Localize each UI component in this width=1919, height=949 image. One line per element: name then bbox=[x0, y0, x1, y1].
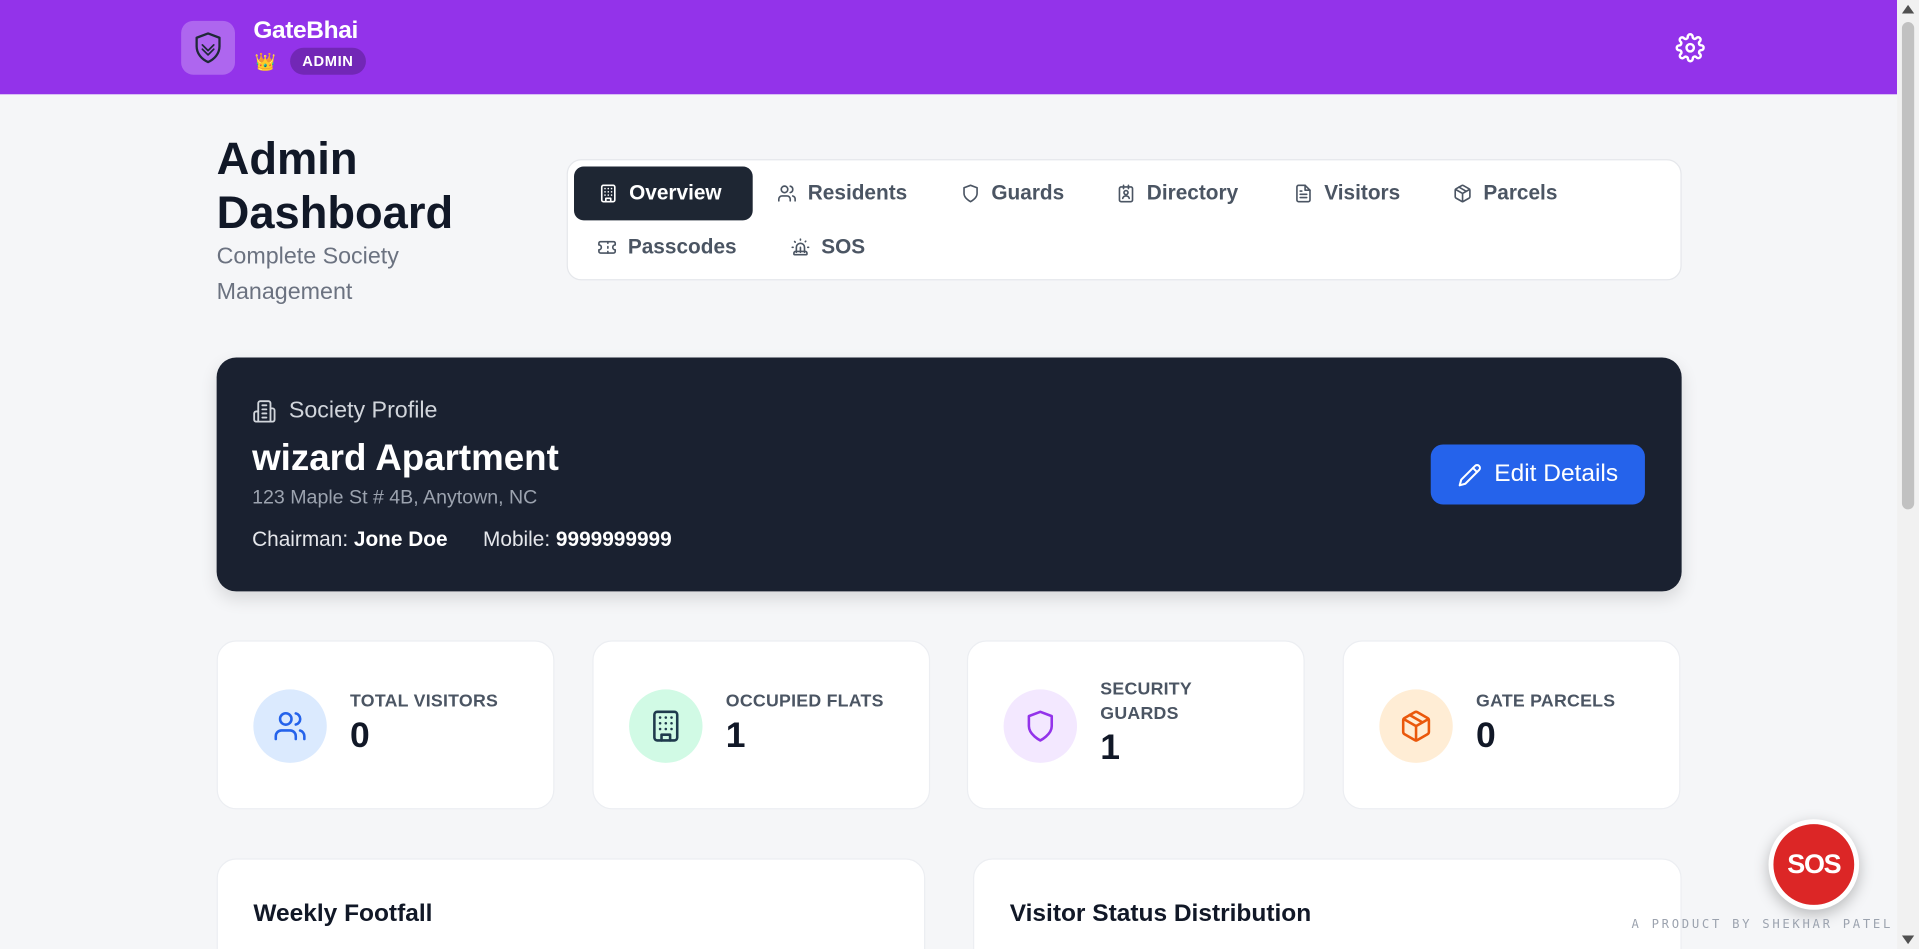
tab-label: Passcodes bbox=[627, 235, 737, 259]
tab-parcels[interactable]: Parcels bbox=[1428, 167, 1582, 221]
contact-card-icon bbox=[1118, 184, 1134, 203]
society-profile-card: Society Profile wizard Apartment 123 Map… bbox=[216, 357, 1682, 592]
scroll-up-arrow-icon[interactable] bbox=[1901, 4, 1915, 14]
product-credit: A PRODUCT BY SHEKHAR PATEL bbox=[1631, 918, 1894, 932]
chairman-info: Chairman: Jone Doe bbox=[252, 528, 447, 552]
profile-section-label: Society Profile bbox=[252, 398, 437, 425]
visitor-status-panel: Visitor Status Distribution bbox=[973, 858, 1682, 949]
weekly-footfall-panel: Weekly Footfall bbox=[216, 858, 926, 949]
pencil-icon bbox=[1458, 463, 1481, 486]
society-address: 123 Maple St # 4B, Anytown, NC bbox=[252, 487, 538, 509]
tab-directory[interactable]: Directory bbox=[1092, 167, 1263, 221]
stat-card-occupied-flats: OCCUPIED FLATS 1 bbox=[592, 640, 931, 810]
stat-value: 1 bbox=[1100, 728, 1121, 768]
tab-label: Visitors bbox=[1324, 181, 1401, 205]
tab-residents[interactable]: Residents bbox=[753, 167, 932, 221]
building-icon bbox=[600, 184, 616, 203]
tab-visitors[interactable]: Visitors bbox=[1269, 167, 1425, 221]
package-icon bbox=[1379, 689, 1453, 763]
stat-label: SECURITY GUARDS bbox=[1100, 679, 1192, 724]
tab-label: Parcels bbox=[1483, 181, 1558, 205]
top-bar: GateBhai 👑 ADMIN bbox=[0, 0, 1898, 95]
panel-title: Visitor Status Distribution bbox=[1009, 900, 1312, 927]
panel-title: Weekly Footfall bbox=[253, 900, 433, 927]
stat-label: TOTAL VISITORS bbox=[350, 691, 499, 712]
siren-icon bbox=[791, 238, 810, 256]
crown-icon: 👑 bbox=[254, 51, 276, 72]
shield-icon bbox=[963, 184, 978, 203]
stat-label: GATE PARCELS bbox=[1476, 691, 1616, 712]
scrollbar-thumb[interactable] bbox=[1901, 22, 1915, 510]
page-subtitle: Complete Society Management bbox=[216, 243, 399, 305]
settings-gear-icon[interactable] bbox=[1675, 33, 1705, 63]
profile-label-text: Society Profile bbox=[288, 397, 438, 424]
dashboard-tabs: Overview Residents Guards Directory Visi… bbox=[566, 159, 1682, 281]
users-icon bbox=[253, 689, 327, 763]
stat-value: 0 bbox=[350, 716, 370, 756]
edit-details-button[interactable]: Edit Details bbox=[1430, 444, 1645, 505]
mobile-info: Mobile: 9999999999 bbox=[483, 528, 672, 552]
chairman-name: Jone Doe bbox=[353, 527, 448, 552]
tab-label: Directory bbox=[1146, 181, 1239, 205]
tab-label: Residents bbox=[807, 181, 908, 205]
scroll-down-arrow-icon[interactable] bbox=[1901, 935, 1915, 945]
stat-card-total-visitors: TOTAL VISITORS 0 bbox=[216, 640, 555, 810]
shield-icon bbox=[1003, 689, 1078, 763]
page-scrollbar[interactable] bbox=[1897, 0, 1919, 949]
building-icon bbox=[629, 689, 703, 763]
stat-value: 1 bbox=[725, 716, 746, 756]
role-badge: ADMIN bbox=[290, 47, 366, 75]
tab-label: SOS bbox=[821, 235, 866, 259]
sos-floating-button[interactable]: SOS bbox=[1768, 819, 1860, 910]
chairman-label: Chairman: bbox=[252, 527, 349, 552]
stat-label: OCCUPIED FLATS bbox=[725, 691, 884, 712]
users-icon bbox=[777, 185, 796, 202]
tab-passcodes[interactable]: Passcodes bbox=[573, 220, 761, 274]
package-icon bbox=[1454, 184, 1471, 203]
society-contact-info: Chairman: Jone Doe Mobile: 9999999999 bbox=[252, 528, 672, 552]
document-icon bbox=[1296, 184, 1311, 203]
stat-card-gate-parcels: GATE PARCELS 0 bbox=[1342, 640, 1681, 810]
ticket-icon bbox=[598, 240, 617, 254]
society-name: wizard Apartment bbox=[252, 438, 559, 479]
tab-sos[interactable]: SOS bbox=[766, 220, 889, 274]
stat-value: 0 bbox=[1476, 716, 1496, 756]
tab-guards[interactable]: Guards bbox=[936, 167, 1088, 221]
edit-details-label: Edit Details bbox=[1494, 460, 1619, 488]
mobile-label: Mobile: bbox=[483, 527, 551, 552]
page-title: Admin Dashboard bbox=[216, 133, 454, 238]
brand-name[interactable]: GateBhai bbox=[253, 17, 358, 45]
mobile-number: 9999999999 bbox=[555, 527, 672, 552]
stat-card-security-guards: SECURITY GUARDS 1 bbox=[966, 640, 1305, 810]
office-building-icon bbox=[253, 400, 276, 423]
tab-overview[interactable]: Overview bbox=[574, 166, 753, 221]
tab-label: Guards bbox=[991, 181, 1065, 205]
tab-label: Overview bbox=[629, 181, 722, 205]
shield-logo-icon[interactable] bbox=[181, 20, 235, 75]
